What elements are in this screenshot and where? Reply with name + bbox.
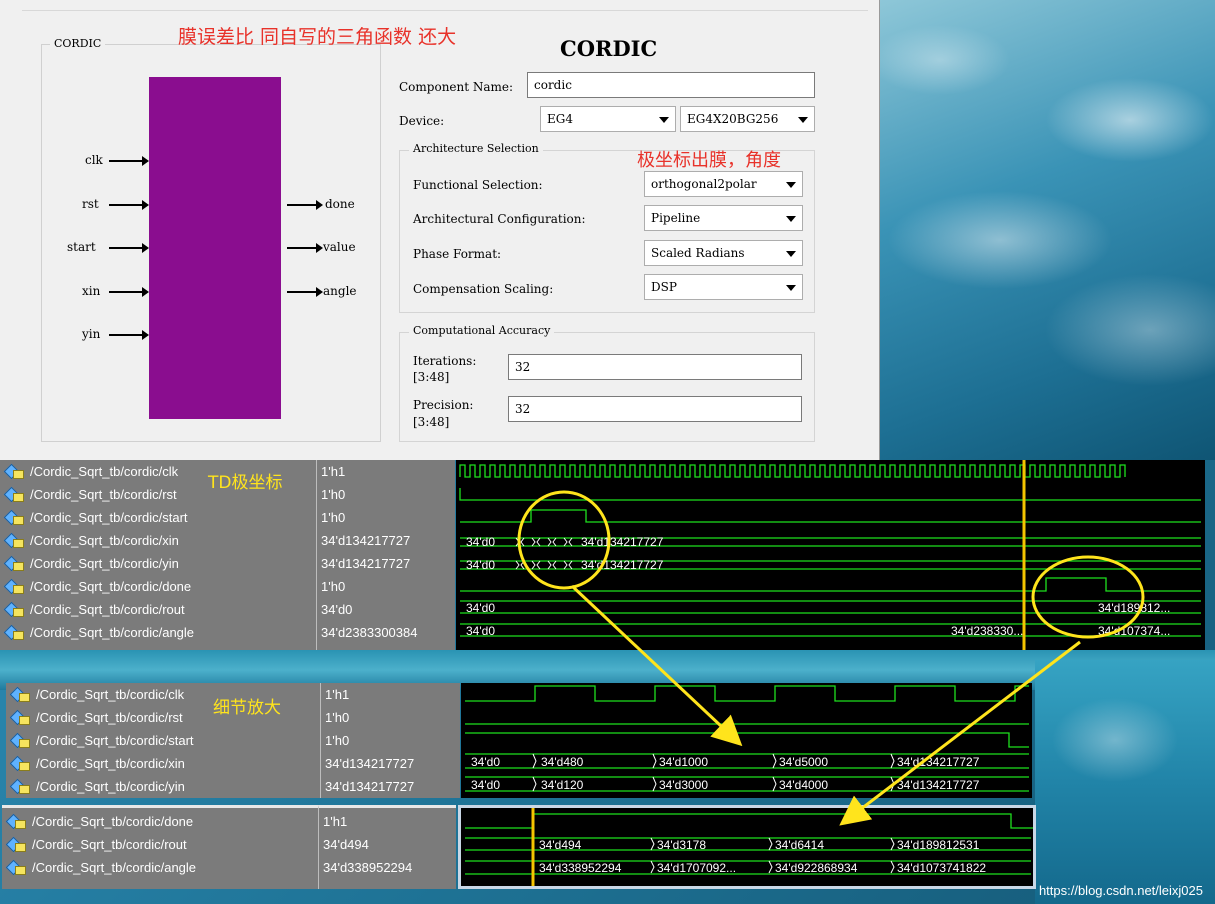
arrow-start-to-detail xyxy=(570,584,743,747)
arrow-done-to-detail xyxy=(839,640,1081,826)
watermark-text: https://blog.csdn.net/leixj025 xyxy=(1038,883,1203,898)
annotation-arrows xyxy=(570,584,1081,826)
